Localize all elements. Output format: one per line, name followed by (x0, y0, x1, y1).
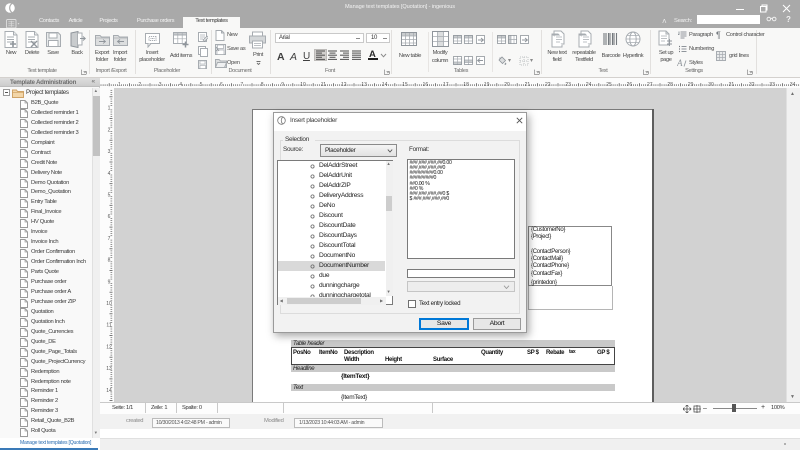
svg-text:11: 11 (106, 323, 111, 329)
svg-text:33: 33 (769, 82, 775, 88)
svg-text:22: 22 (545, 82, 551, 88)
svg-text:26: 26 (627, 82, 633, 88)
svg-text:2: 2 (138, 82, 141, 88)
svg-text:28: 28 (667, 82, 673, 88)
svg-text:29: 29 (688, 82, 694, 88)
svg-text:31: 31 (729, 82, 735, 88)
svg-text:27: 27 (647, 82, 653, 88)
svg-text:13: 13 (106, 366, 112, 372)
svg-text:1: 1 (108, 106, 111, 112)
svg-text:19: 19 (484, 82, 490, 88)
svg-text:5: 5 (200, 82, 203, 88)
svg-text:8: 8 (108, 258, 111, 264)
svg-text:11: 11 (321, 82, 326, 88)
svg-text:6: 6 (108, 214, 111, 220)
svg-text:13: 13 (361, 82, 367, 88)
svg-text:14: 14 (382, 82, 388, 88)
svg-text:7: 7 (240, 82, 243, 88)
svg-text:2: 2 (108, 127, 111, 133)
svg-text:9: 9 (281, 82, 284, 88)
svg-text:10: 10 (106, 301, 112, 307)
svg-text:12: 12 (341, 82, 347, 88)
svg-text:25: 25 (606, 82, 612, 88)
svg-text:20: 20 (504, 82, 510, 88)
svg-text:18: 18 (463, 82, 469, 88)
svg-text:23: 23 (565, 82, 571, 88)
svg-text:15: 15 (402, 82, 408, 88)
svg-text:12: 12 (106, 344, 112, 350)
svg-text:1: 1 (118, 82, 121, 88)
svg-text:4: 4 (179, 82, 182, 88)
svg-text:8: 8 (261, 82, 264, 88)
svg-text:A: A (677, 58, 683, 67)
svg-text:32: 32 (749, 82, 755, 88)
svg-text:16: 16 (423, 82, 429, 88)
svg-text:9: 9 (108, 279, 111, 285)
svg-text:17: 17 (443, 82, 449, 88)
svg-text:3: 3 (108, 149, 111, 155)
svg-text:7: 7 (108, 236, 111, 242)
svg-text:30: 30 (708, 82, 714, 88)
svg-text:3: 3 (159, 82, 162, 88)
svg-text:4: 4 (108, 171, 111, 177)
svg-text:24: 24 (586, 82, 592, 88)
svg-text:6: 6 (220, 82, 223, 88)
svg-text:21: 21 (525, 82, 531, 88)
svg-text:10: 10 (300, 82, 306, 88)
svg-text:5: 5 (108, 193, 111, 199)
svg-text:14: 14 (106, 388, 112, 394)
